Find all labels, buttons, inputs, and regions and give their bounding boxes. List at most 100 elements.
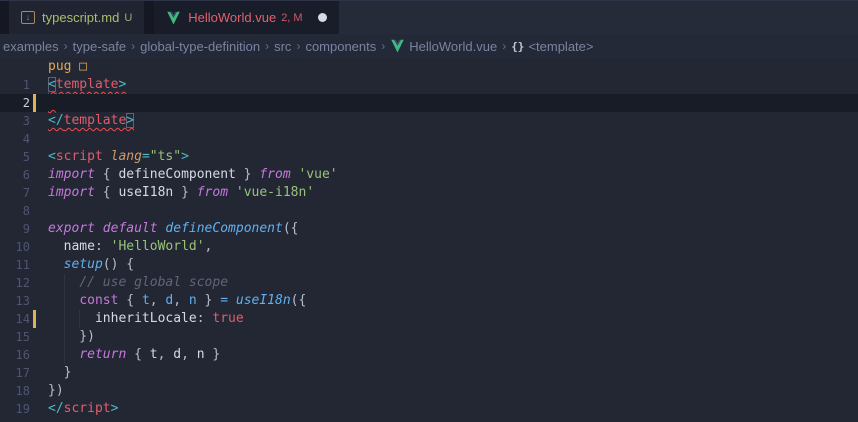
code-token: >	[181, 149, 189, 164]
code-line[interactable]: 3 </template>	[0, 112, 858, 130]
gutter	[30, 400, 44, 418]
line-number[interactable]: 13	[0, 292, 30, 310]
code-line[interactable]: 14 inheritLocale: true	[0, 310, 858, 328]
tab-git-badge: U	[124, 12, 132, 24]
line-number[interactable]: 11	[0, 256, 30, 274]
gutter	[30, 382, 44, 400]
code-token: script	[64, 401, 111, 416]
code-line[interactable]: 7import { useI18n } from 'vue-i18n'	[0, 184, 858, 202]
line-number[interactable]: 15	[0, 328, 30, 346]
line-number[interactable]: 1	[0, 76, 30, 94]
code-line[interactable]: pug □	[0, 58, 858, 76]
line-number[interactable]: 10	[0, 238, 30, 256]
code-token: {	[118, 293, 141, 308]
gutter	[30, 130, 44, 148]
line-number[interactable]: 3	[0, 112, 30, 130]
breadcrumb-separator: ›	[502, 39, 506, 53]
line-number[interactable]: 12	[0, 274, 30, 292]
code-token	[48, 311, 95, 326]
code-token: })	[48, 383, 64, 398]
gutter	[30, 184, 44, 202]
tab-HelloWorld.vue[interactable]: HelloWorld.vue 2, M	[154, 1, 338, 34]
code-token: ({	[291, 293, 307, 308]
gutter	[30, 310, 44, 328]
line-content: inheritLocale: true	[44, 310, 244, 328]
tab-label: HelloWorld.vue	[188, 10, 276, 25]
line-content: }	[44, 364, 71, 382]
line-content	[44, 94, 56, 112]
breadcrumb-item-template[interactable]: {} <template>	[511, 39, 593, 54]
code-line[interactable]: 11 setup() {	[0, 256, 858, 274]
line-content: const { t, d, n } = useI18n({	[44, 292, 306, 310]
breadcrumb-item-components[interactable]: components	[305, 39, 376, 54]
breadcrumb-item-global-type-definition[interactable]: global-type-definition	[140, 39, 260, 54]
code-token: setup	[64, 257, 103, 272]
indent-guide-line	[64, 292, 65, 310]
code-token: {	[126, 347, 149, 362]
code-line[interactable]: 6import { defineComponent } from 'vue'	[0, 166, 858, 184]
indent-guide-line	[79, 310, 80, 328]
braces-icon: {}	[511, 40, 524, 53]
code-line[interactable]: 15 })	[0, 328, 858, 346]
breadcrumb-item-examples[interactable]: examples	[3, 39, 59, 54]
line-number[interactable]: 8	[0, 202, 30, 220]
code-line[interactable]: 19</script>	[0, 400, 858, 418]
tab-bar-left-edge	[0, 1, 9, 34]
tab-git-badge: 2, M	[281, 12, 302, 24]
gutter	[30, 274, 44, 292]
code-line[interactable]: 9export default defineComponent({	[0, 220, 858, 238]
code-token	[48, 239, 64, 254]
code-line[interactable]: 18})	[0, 382, 858, 400]
code-token: name	[64, 239, 95, 254]
line-number[interactable]: 18	[0, 382, 30, 400]
line-number[interactable]: 9	[0, 220, 30, 238]
code-token: import	[48, 167, 95, 182]
code-line[interactable]: 5 <script lang="ts">	[0, 148, 858, 166]
gutter	[30, 346, 44, 364]
code-token: n	[189, 293, 197, 308]
tab-typescript.md[interactable]: ↓typescript.mdU	[9, 1, 154, 34]
code-token: ,	[150, 293, 166, 308]
line-number[interactable]: 16	[0, 346, 30, 364]
line-number[interactable]	[0, 58, 30, 76]
line-number[interactable]: 5	[0, 148, 30, 166]
line-number[interactable]: 6	[0, 166, 30, 184]
line-number[interactable]: 7	[0, 184, 30, 202]
breadcrumb: examples›type-safe›global-type-definitio…	[0, 34, 858, 58]
code-line[interactable]: 17 }	[0, 364, 858, 382]
code-line[interactable]: 2	[0, 94, 858, 112]
code-line[interactable]: 16 return { t, d, n }	[0, 346, 858, 364]
line-number[interactable]: 4	[0, 130, 30, 148]
code-token: defineComponent	[165, 221, 282, 236]
code-line[interactable]: 10 name: 'HelloWorld',	[0, 238, 858, 256]
line-content: <script lang="ts">	[44, 148, 189, 166]
gutter	[30, 256, 44, 274]
line-content: </template>	[44, 112, 134, 130]
git-modified-indicator	[33, 94, 36, 112]
code-editor[interactable]: pug □1<template>2 3 </template> 45 <script …	[0, 58, 858, 422]
code-token: }	[197, 293, 220, 308]
code-token: inheritLocale	[95, 311, 197, 326]
error-token: </	[48, 113, 64, 128]
code-token: }	[236, 167, 259, 182]
breadcrumb-label: src	[274, 39, 291, 54]
code-token: :	[197, 311, 213, 326]
line-number[interactable]: 2	[0, 94, 30, 112]
indent-guide-line	[64, 346, 65, 364]
line-content: })	[44, 382, 64, 400]
dirty-indicator[interactable]	[318, 13, 327, 22]
code-token: from	[197, 185, 228, 200]
breadcrumb-item-HelloWorld.vue[interactable]: HelloWorld.vue	[390, 39, 497, 54]
code-line[interactable]: 1<template>	[0, 76, 858, 94]
line-number[interactable]: 19	[0, 400, 30, 418]
code-token: ,	[181, 347, 197, 362]
code-line[interactable]: 8	[0, 202, 858, 220]
code-line[interactable]: 4	[0, 130, 858, 148]
breadcrumb-item-type-safe[interactable]: type-safe	[73, 39, 126, 54]
line-number[interactable]: 14	[0, 310, 30, 328]
breadcrumb-item-src[interactable]: src	[274, 39, 291, 54]
code-line[interactable]: 12 // use global scope	[0, 274, 858, 292]
breadcrumb-label: <template>	[528, 39, 593, 54]
code-line[interactable]: 13 const { t, d, n } = useI18n({	[0, 292, 858, 310]
line-number[interactable]: 17	[0, 364, 30, 382]
